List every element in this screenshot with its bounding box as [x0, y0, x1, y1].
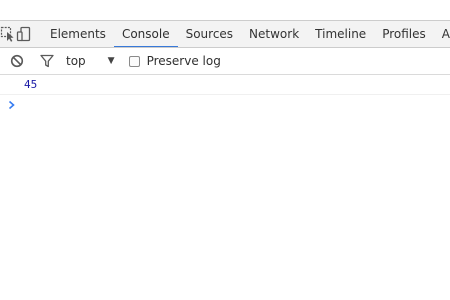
preserve-log-label[interactable]: Preserve log [147, 54, 221, 68]
tab-timeline[interactable]: Timeline [307, 21, 374, 47]
clear-console-icon [10, 54, 24, 68]
console-prompt[interactable] [0, 95, 450, 115]
tab-profiles-label: Profiles [382, 27, 426, 41]
execution-context-value: top [66, 54, 86, 68]
tab-elements-label: Elements [50, 27, 106, 41]
tab-network-label: Network [249, 27, 300, 41]
console-message: 45 [0, 75, 450, 95]
inspect-element-button[interactable] [0, 21, 16, 47]
prompt-chevron-icon [8, 100, 15, 110]
tab-elements[interactable]: Elements [42, 21, 114, 47]
devtools-tab-bar: Elements Console Sources Network Timelin… [0, 20, 450, 48]
console-input[interactable] [24, 97, 450, 113]
console-messages: 45 [0, 75, 450, 115]
inspect-element-icon [0, 26, 14, 42]
tab-application-label: Ap [441, 27, 450, 41]
dropdown-arrow-icon: ▼ [107, 56, 115, 66]
execution-context-select[interactable]: top ▼ [66, 50, 115, 72]
tab-console[interactable]: Console [113, 21, 178, 47]
console-message-text: 45 [24, 78, 38, 91]
tab-profiles[interactable]: Profiles [374, 21, 434, 47]
tab-sources[interactable]: Sources [178, 21, 241, 47]
preserve-log-option: Preserve log [128, 54, 221, 68]
devtools-window: Elements Console Sources Network Timelin… [0, 0, 450, 300]
tab-timeline-label: Timeline [315, 27, 367, 41]
preserve-log-checkbox[interactable] [128, 55, 140, 67]
tab-application[interactable]: Ap [434, 21, 450, 47]
tab-console-label: Console [121, 27, 170, 41]
console-toolbar: top ▼ Preserve log [0, 48, 450, 75]
device-mode-button[interactable] [16, 21, 32, 47]
filter-icon [40, 54, 54, 68]
device-mode-icon [16, 26, 31, 42]
tab-network[interactable]: Network [241, 21, 307, 47]
filter-button[interactable] [34, 48, 60, 74]
clear-console-button[interactable] [4, 48, 30, 74]
tab-sources-label: Sources [185, 27, 234, 41]
